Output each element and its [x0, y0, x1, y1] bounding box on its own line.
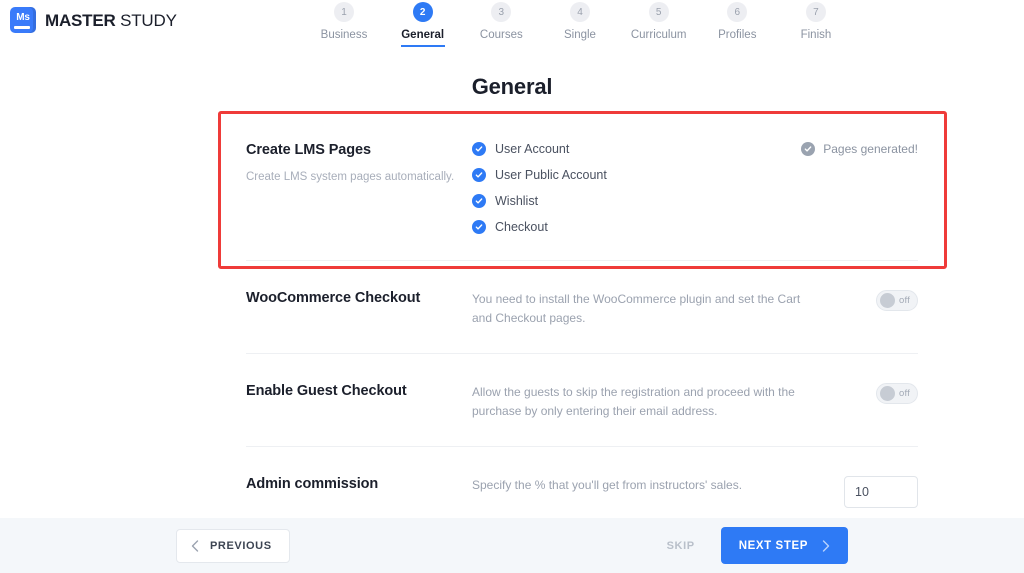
checkbox-checked-icon	[472, 194, 486, 208]
checkbox-label: User Public Account	[495, 168, 607, 182]
stepper-step-curriculum[interactable]: 5 Curriculum	[620, 0, 698, 41]
previous-button-label: PREVIOUS	[210, 539, 272, 552]
checkbox-label: User Account	[495, 142, 570, 156]
guest-checkout-desc-col: Allow the guests to skip the registratio…	[472, 382, 808, 420]
guest-checkout-toggle[interactable]: off	[876, 383, 918, 405]
row-woocommerce-checkout: WooCommerce Checkout You need to install…	[246, 260, 918, 353]
step-label: Curriculum	[630, 29, 687, 41]
woocommerce-description: You need to install the WooCommerce plug…	[472, 292, 801, 325]
next-step-button[interactable]: NEXT STEP	[720, 527, 848, 564]
guest-checkout-title: Enable Guest Checkout	[246, 383, 407, 400]
step-number-badge: 3	[491, 2, 512, 22]
lms-page-checkbox-item[interactable]: User Public Account	[472, 168, 808, 182]
setup-wizard-page: Ms MASTER STUDY 1 Business 2 General 3 Course…	[0, 0, 1024, 573]
step-label: Single	[563, 29, 596, 41]
checkbox-label: Checkout	[495, 220, 548, 234]
book-page-bar	[14, 26, 30, 29]
step-label: Business	[320, 29, 368, 41]
brand-mark-text: Ms	[16, 12, 30, 23]
checkbox-checked-icon	[472, 168, 486, 182]
step-number-badge: 2	[412, 2, 433, 22]
checkbox-checked-icon	[472, 142, 486, 156]
step-number-badge: 7	[805, 2, 826, 22]
stepper-step-profiles[interactable]: 6 Profiles	[698, 0, 776, 41]
stepper-step-single[interactable]: 4 Single	[541, 0, 619, 41]
step-number-badge: 4	[569, 2, 590, 22]
lms-pages-title: Create LMS Pages	[246, 142, 371, 158]
lms-page-checkbox-item[interactable]: Wishlist	[472, 194, 808, 208]
toggle-knob	[880, 293, 895, 308]
stepper-step-finish[interactable]: 7 Finish	[777, 0, 855, 41]
guest-checkout-description: Allow the guests to skip the registratio…	[472, 385, 795, 418]
admin-commission-control-col	[808, 475, 918, 509]
next-step-button-label: NEXT STEP	[738, 539, 808, 552]
lms-page-checkbox-item[interactable]: Checkout	[472, 220, 808, 234]
wizard-footer: PREVIOUS SKIP NEXT STEP	[0, 518, 1024, 573]
woocommerce-checkout-toggle[interactable]: off	[876, 290, 918, 311]
app-header: Ms MASTER STUDY 1 Business 2 General 3 Course…	[0, 0, 1024, 55]
admin-commission-input[interactable]	[844, 476, 918, 509]
admin-commission-label-col: Admin commission	[246, 475, 472, 492]
chevron-left-icon	[191, 539, 199, 552]
step-number-badge: 6	[727, 2, 748, 22]
admin-commission-title: Admin commission	[246, 476, 379, 493]
step-label: Courses	[479, 29, 523, 41]
toggle-state-label: off	[899, 295, 910, 306]
brand-name-bold: MASTER	[45, 10, 116, 30]
guest-checkout-label-col: Enable Guest Checkout	[246, 382, 472, 399]
check-circle-icon	[801, 142, 816, 156]
toggle-knob	[880, 386, 895, 402]
woocommerce-control-col: off	[808, 289, 918, 311]
pages-generated-badge: Pages generated!	[801, 142, 918, 156]
lms-pages-checkbox-col: User Account User Public Account Wishlist C…	[472, 141, 808, 234]
guest-checkout-control-col: off	[808, 382, 918, 405]
wizard-stepper: 1 Business 2 General 3 Courses 4 Single 5 Curricu…	[305, 0, 855, 55]
step-label: Finish	[800, 29, 832, 41]
toggle-state-label: off	[899, 388, 910, 400]
pages-generated-text: Pages generated!	[823, 142, 918, 156]
stepper-step-business[interactable]: 1 Business	[305, 0, 383, 41]
brand-wordmark: MASTER STUDY	[45, 12, 177, 29]
previous-button[interactable]: PREVIOUS	[176, 528, 290, 563]
woocommerce-desc-col: You need to install the WooCommerce plug…	[472, 289, 808, 327]
lms-pages-status-col: Pages generated!	[801, 141, 918, 156]
chevron-right-icon	[822, 539, 830, 552]
lms-page-checkbox-item[interactable]: User Account	[472, 142, 808, 156]
lms-pages-label-col: Create LMS Pages Create LMS system pages…	[246, 141, 472, 186]
lms-pages-subtitle: Create LMS system pages automatically.	[246, 171, 455, 183]
brand-name-light: STUDY	[115, 10, 177, 30]
stepper-step-courses[interactable]: 3 Courses	[462, 0, 540, 41]
step-label: Profiles	[718, 29, 757, 41]
admin-commission-desc-col: Specify the % that you'll get from instr…	[472, 475, 808, 495]
lms-pages-checkbox-list: User Account User Public Account Wishlist C…	[472, 142, 808, 234]
woocommerce-title: WooCommerce Checkout	[246, 290, 421, 306]
row-guest-checkout: Enable Guest Checkout Allow the guests t…	[246, 353, 918, 446]
step-number-badge: 1	[334, 2, 354, 22]
row-create-lms-pages: Create LMS Pages Create LMS system pages…	[246, 112, 918, 260]
footer-right-group: SKIP NEXT STEP	[667, 527, 848, 564]
settings-content: Create LMS Pages Create LMS system pages…	[246, 112, 918, 534]
step-label: General	[401, 29, 445, 41]
checkbox-checked-icon	[472, 220, 486, 234]
step-number-badge: 5	[648, 2, 669, 22]
stepper-step-general[interactable]: 2 General	[384, 0, 462, 47]
woocommerce-label-col: WooCommerce Checkout	[246, 289, 472, 306]
checkbox-label: Wishlist	[495, 194, 539, 208]
brand-logo: Ms MASTER STUDY	[10, 7, 177, 33]
page-title: General	[471, 74, 553, 99]
footer-inner: PREVIOUS SKIP NEXT STEP	[176, 527, 848, 564]
masterstudy-book-icon: Ms	[10, 7, 36, 33]
skip-button[interactable]: SKIP	[667, 540, 695, 552]
admin-commission-description: Specify the % that you'll get from instr…	[472, 478, 743, 493]
